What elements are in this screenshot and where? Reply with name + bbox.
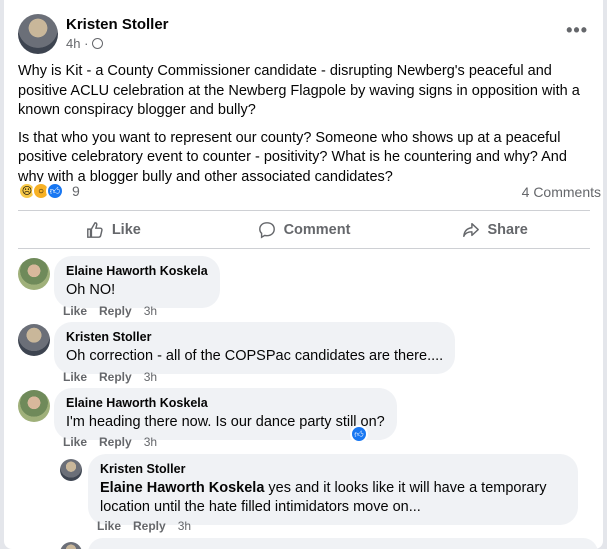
comment-text: Oh correction - all of the COPSPac candi… [66,348,444,364]
like-button[interactable]: Like [18,212,209,248]
commenter-avatar[interactable] [18,390,50,422]
comment-time[interactable]: 3h [144,370,157,384]
mention-tag[interactable]: Elaine Haworth Koskela [100,480,264,496]
comment-text: Elaine Haworth Koskela yes and it looks … [100,479,566,517]
reaction-count[interactable]: 9 [72,183,80,199]
like-reaction-icon: 👍︎ [46,182,64,200]
commenter-avatar[interactable] [18,324,50,356]
commenter-avatar[interactable] [18,258,50,290]
post-time[interactable]: 4h · [66,36,88,51]
comment-reply-link[interactable]: Reply [99,304,132,318]
comment-time[interactable]: 3h [178,519,191,533]
like-thumb-icon [86,222,103,238]
comment-like-link[interactable]: Like [63,435,87,449]
comment-like-link[interactable]: Like [97,519,121,533]
comment-actions: Like Reply 3h [63,304,157,318]
comment-text: I'm heading there now. Is our dance part… [66,414,385,430]
comment-time[interactable]: 3h [144,304,157,318]
post-header: Kristen Stoller 4h · ••• [18,14,588,54]
post-meta: 4h · [66,36,104,51]
commenter-name[interactable]: Kristen Stoller [100,462,566,476]
comment-like-link[interactable]: Like [63,304,87,318]
comment-reply-link[interactable]: Reply [99,435,132,449]
post-paragraph: Why is Kit - a County Commissioner candi… [18,63,580,118]
comments-count[interactable]: 4 Comments [522,184,601,200]
comment-reply-link[interactable]: Reply [99,370,132,384]
comment-icon [258,222,275,239]
globe-icon [92,38,104,49]
reactions-summary[interactable]: ☹ ○ 👍︎ 9 [18,182,80,200]
comment-actions: Like Reply 3h [63,370,157,384]
comment-bubble: Elaine Haworth Koskela Oh NO! [54,256,220,308]
like-label: Like [111,222,141,238]
post-card: Kristen Stoller 4h · ••• Why is Kit - a … [4,0,603,549]
more-options-button[interactable]: ••• [566,20,588,41]
comment-reply-link[interactable]: Reply [133,519,166,533]
like-reaction-icon[interactable]: 👍︎ [350,425,368,443]
comment-actions: Like Reply 3h [63,435,157,449]
divider [18,248,590,249]
reply-bubble: Kristen Stoller Elaine Haworth Koskela y… [88,454,578,525]
comment-actions: Like Reply 3h [97,519,191,533]
commenter-avatar[interactable] [60,459,82,481]
comment-time[interactable]: 3h [144,435,157,449]
author-avatar[interactable] [18,14,58,54]
share-label: Share [487,222,528,238]
share-icon [462,222,479,238]
post-actions: Like Comment Share [18,212,590,248]
current-user-avatar[interactable] [60,542,82,549]
author-name[interactable]: Kristen Stoller [66,16,169,33]
comment-button[interactable]: Comment [209,212,400,248]
comment-label: Comment [283,222,351,238]
comment-bubble: Elaine Haworth Koskela I'm heading there… [54,388,397,440]
divider [18,210,590,211]
commenter-name[interactable]: Elaine Haworth Koskela [66,396,385,410]
post-body: Why is Kit - a County Commissioner candi… [18,62,590,195]
commenter-name[interactable]: Kristen Stoller [66,330,443,344]
share-button[interactable]: Share [399,212,590,248]
comment-like-link[interactable]: Like [63,370,87,384]
post-paragraph: Is that who you want to represent our co… [18,129,567,185]
commenter-name[interactable]: Elaine Haworth Koskela [66,264,208,278]
comment-bubble: Kristen Stoller Oh correction - all of t… [54,322,456,374]
comment-text: Oh NO! [66,282,116,298]
write-reply-input[interactable] [88,538,598,549]
